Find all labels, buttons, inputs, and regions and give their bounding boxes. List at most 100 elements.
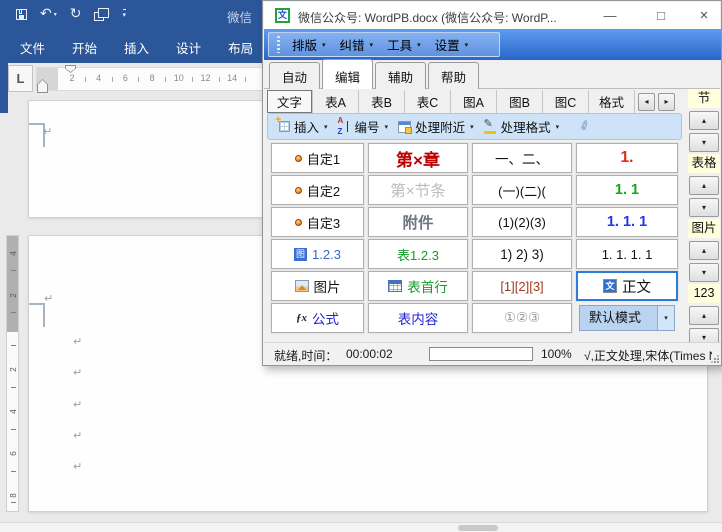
grid-button-label: ①②③ — [503, 310, 541, 325]
category-tab[interactable]: 表B — [359, 90, 405, 113]
scroll-left-button[interactable]: ◂ — [638, 92, 655, 111]
formula-button[interactable]: ƒx 公式 — [271, 303, 364, 333]
category-tab[interactable]: 图C — [543, 90, 589, 113]
mode-combo[interactable]: 默认模式 ▾ — [579, 305, 675, 331]
ruler-tick — [11, 471, 16, 472]
dialog-tab[interactable]: 编辑 — [322, 59, 374, 89]
menu-item[interactable]: 纠错 ▾ — [333, 32, 381, 57]
toolbar-button[interactable]: 编号 ▾ — [333, 115, 394, 138]
category-tab[interactable]: 图B — [497, 90, 543, 113]
table-up-button[interactable]: ▴ — [689, 176, 719, 195]
drag-grip[interactable] — [277, 36, 280, 53]
arabic-paren-number-button[interactable]: (1)(2)(3) — [472, 207, 572, 237]
ribbon-tab[interactable]: 文件 — [10, 31, 55, 64]
level2-number-button[interactable]: 1. 1 — [576, 175, 678, 205]
dialog-tab[interactable]: 帮助 — [428, 62, 480, 89]
ribbon-tab[interactable]: 布局 — [218, 31, 263, 64]
menu-item[interactable]: 设置 ▾ — [428, 32, 476, 57]
menu-panel: 排版 ▾ 纠错 ▾ 工具 ▾ 设置 ▾ — [268, 32, 500, 57]
body-text-button[interactable]: 文正文 — [576, 271, 678, 301]
mode-combo-value: 默认模式 — [580, 306, 657, 330]
category-tab[interactable]: 图A — [451, 90, 497, 113]
toolbar-button[interactable]: 处理附近 ▾ — [393, 115, 479, 138]
table-content-button[interactable]: 表内容 — [368, 303, 468, 333]
paragraph-mark: ↵ — [73, 429, 83, 442]
category-tab[interactable]: 文字 — [267, 90, 313, 113]
grid-button-label: 1. 1. 1. 1 — [601, 246, 653, 262]
section-down-button[interactable]: ▾ — [689, 133, 719, 152]
text-boundary-mark — [43, 303, 45, 327]
grid-cell: 图 1.2.3 — [269, 238, 366, 270]
menu-item-label: 工具 — [387, 39, 413, 53]
level3-number-button[interactable]: 1. 1. 1 — [576, 207, 678, 237]
side-label-picture: 图片 — [688, 219, 720, 238]
category-tab[interactable]: 表A — [313, 90, 359, 113]
qat-more-button[interactable]: ▾ — [122, 9, 127, 19]
ruler-number: 8 — [9, 493, 18, 498]
maximize-button[interactable]: □ — [645, 3, 677, 28]
section-number-style-button[interactable]: 第×节条 — [368, 175, 468, 205]
category-tab[interactable]: 格式 — [589, 90, 635, 113]
paste-special-button[interactable]: ▾ — [94, 7, 110, 21]
dialog-titlebar[interactable]: 文 微信公众号: WordPB.docx (微信公众号: WordP... — … — [264, 2, 720, 29]
menu-item[interactable]: 排版 ▾ — [285, 32, 333, 57]
table-header-row-button[interactable]: 表首行 — [368, 271, 468, 301]
halfparen-number-button[interactable]: 1) 2) 3) — [472, 239, 572, 269]
picture-button[interactable]: 图片 — [271, 271, 364, 301]
minimize-button[interactable]: — — [594, 3, 626, 28]
category-tab-bar: 文字 表A 表B 表C 图A 图B 图C 格式 ◂ ▸ — [267, 90, 675, 113]
menu-item[interactable]: 工具 ▾ — [380, 32, 428, 57]
table-down-button[interactable]: ▾ — [689, 198, 719, 217]
numbers-up-button[interactable]: ▴ — [689, 306, 719, 325]
first-line-indent-marker[interactable] — [65, 65, 76, 73]
close-button[interactable]: × — [688, 3, 720, 28]
custom-style-3-button[interactable]: 自定3 — [271, 207, 364, 237]
custom-style-2-button[interactable]: 自定2 — [271, 175, 364, 205]
grid-cell: ①②③ — [470, 302, 574, 334]
picture-down-button[interactable]: ▾ — [689, 263, 719, 282]
ribbon-tab[interactable]: 插入 — [114, 31, 159, 64]
bracket-number-button[interactable]: [1][2][3] — [472, 271, 572, 301]
chevron-down-icon: ▾ — [53, 11, 57, 18]
grid-button-label: 1. 1 — [614, 182, 640, 198]
attachment-style-button[interactable]: 附件 — [368, 207, 468, 237]
scroll-right-button[interactable]: ▸ — [658, 92, 675, 111]
ruler-number: 12 — [200, 73, 211, 83]
figure-caption-button[interactable]: 图 1.2.3 — [271, 239, 364, 269]
redo-button[interactable]: ↻ — [70, 7, 82, 21]
toolbar-button[interactable]: 插入 ▾ — [274, 114, 333, 138]
chapter-number-style-button[interactable]: 第×章 — [368, 143, 468, 173]
grid-cell: ƒx 公式 — [269, 302, 366, 334]
grid-cell: [1][2][3] — [470, 270, 574, 302]
horizontal-scrollbar[interactable] — [0, 522, 722, 532]
format-brush-button[interactable]: ✐ — [577, 117, 594, 135]
ribbon-tab[interactable]: 开始 — [62, 31, 107, 64]
cn-paren-number-button[interactable]: (一)(二)( — [472, 175, 572, 205]
picture-up-button[interactable]: ▴ — [689, 241, 719, 260]
combo-dropdown-button[interactable]: ▾ — [657, 306, 674, 330]
table-caption-button[interactable]: 表1.2.3 — [368, 239, 468, 269]
grid-button-label: [1][2][3] — [500, 278, 544, 294]
ribbon-tab[interactable]: 设计 — [166, 31, 211, 64]
side-adjust-strip: 节 ▴▾ 表格 ▴▾ 图片 ▴▾ 123 ▴▾ — [688, 89, 721, 349]
scrollbar-thumb[interactable] — [458, 525, 498, 531]
toolbar-button[interactable]: 处理格式 ▾ — [479, 115, 565, 138]
cn-dun-number-button[interactable]: 一、二、 — [472, 143, 572, 173]
undo-button[interactable]: ↶ ▾ — [40, 7, 57, 21]
circled-number-button[interactable]: ①②③ — [472, 303, 572, 333]
dialog-toolbar: 插入 ▾ 编号 ▾ 处理附近 ▾ 处理格式 ▾ ✐ — [267, 113, 682, 140]
save-button[interactable] — [16, 8, 27, 20]
chevron-down-icon: ▾ — [417, 41, 421, 49]
custom-style-1-button[interactable]: 自定1 — [271, 143, 364, 173]
category-tab[interactable]: 表C — [405, 90, 451, 113]
section-up-button[interactable]: ▴ — [689, 111, 719, 130]
ruler-tick — [218, 77, 220, 82]
resize-grip[interactable] — [711, 355, 719, 363]
dialog-tab[interactable]: 辅助 — [375, 62, 427, 89]
level4-number-button[interactable]: 1. 1. 1. 1 — [576, 239, 678, 269]
window-edge — [0, 63, 8, 113]
chevron-down-icon: ▾ — [369, 41, 374, 49]
tab-stop-selector[interactable]: L — [8, 65, 33, 92]
dialog-tab[interactable]: 自动 — [269, 62, 321, 89]
arabic-dot-number-button[interactable]: 1. — [576, 143, 678, 173]
